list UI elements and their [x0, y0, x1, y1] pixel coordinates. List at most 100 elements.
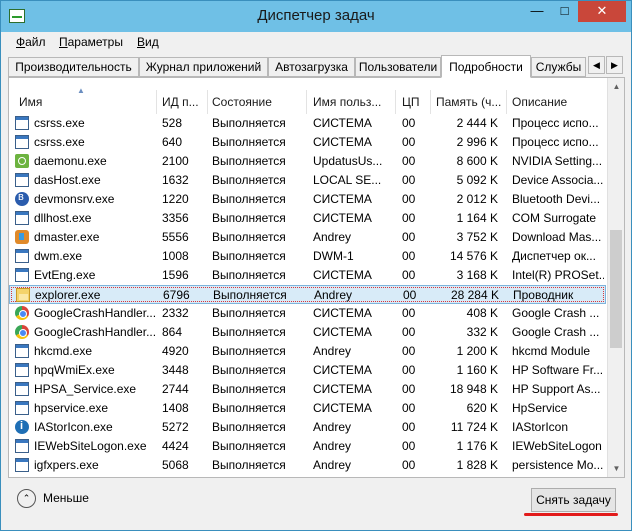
menu-view[interactable]: Вид	[137, 35, 159, 49]
process-status: Выполняется	[212, 344, 286, 358]
process-row[interactable]: hpqWmiEx.exe 3448 Выполняется СИСТЕМА 00 1 16…	[9, 361, 606, 380]
process-memory: 5 092 K	[456, 173, 498, 187]
column-separator[interactable]	[506, 90, 507, 114]
maximize-button[interactable]: □	[551, 1, 578, 22]
process-description: Google Crash ...	[512, 306, 600, 320]
window-icon	[15, 401, 29, 415]
close-button[interactable]: ✕	[578, 1, 626, 22]
process-status: Выполняется	[213, 288, 287, 302]
column-separator[interactable]	[207, 90, 208, 114]
scroll-up-icon[interactable]: ▲	[608, 78, 625, 95]
process-row[interactable]: HPSA_Service.exe 2744 Выполняется СИСТЕМА 00…	[9, 380, 606, 399]
tab-scroll-right-icon[interactable]: ▶	[606, 56, 623, 74]
process-row[interactable]: csrss.exe 528 Выполняется СИСТЕМА 00 2 444 K П…	[9, 114, 606, 133]
process-pid: 5068	[162, 458, 189, 472]
menu-options[interactable]: Параметры	[59, 35, 123, 49]
column-header-user[interactable]: Имя польз...	[313, 95, 393, 109]
column-header-status[interactable]: Состояние	[212, 95, 304, 109]
process-row[interactable]: igfxpers.exe 5068 Выполняется Andrey 00 1 828…	[9, 456, 606, 475]
process-status: Выполняется	[212, 135, 286, 149]
process-row[interactable]: dasHost.exe 1632 Выполняется LOCAL SE... 00 5…	[9, 171, 606, 190]
tab-users[interactable]: Пользователи	[355, 57, 441, 77]
process-name: IAStorIcon.exe	[34, 420, 113, 434]
scroll-down-icon[interactable]: ▼	[608, 460, 625, 477]
column-separator[interactable]	[395, 90, 396, 114]
process-list: csrss.exe 528 Выполняется СИСТЕМА 00 2 444 K П…	[9, 114, 606, 476]
process-cpu: 00	[402, 154, 416, 168]
process-cpu: 00	[402, 401, 416, 415]
process-description: HP Software Fr...	[512, 363, 604, 377]
process-cpu: 00	[402, 230, 416, 244]
process-pid: 640	[162, 135, 183, 149]
tab-services[interactable]: Службы	[531, 57, 586, 77]
process-row[interactable]: explorer.exe 6796 Выполняется Andrey 00 28 28…	[9, 285, 606, 304]
minimize-button[interactable]: —	[523, 1, 551, 22]
download-master-icon	[15, 230, 29, 244]
tab-startup[interactable]: Автозагрузка	[268, 57, 355, 77]
process-row[interactable]: hkcmd.exe 4920 Выполняется Andrey 00 1 200 K h…	[9, 342, 606, 361]
tab-scroll-left-icon[interactable]: ◀	[588, 56, 605, 74]
process-description: IEWebSiteLogon	[512, 439, 602, 453]
column-separator[interactable]	[156, 90, 157, 114]
process-pid: 4920	[162, 344, 189, 358]
intel-storage-icon	[15, 420, 29, 434]
process-row[interactable]: daemonu.exe 2100 Выполняется UpdatusUs... 00…	[9, 152, 606, 171]
process-name: dmaster.exe	[34, 230, 100, 244]
process-row[interactable]: dmaster.exe 5556 Выполняется Andrey 00 3 752 …	[9, 228, 606, 247]
process-memory: 620 K	[466, 401, 498, 415]
window-icon	[15, 173, 29, 187]
process-user: СИСТЕМА	[313, 135, 372, 149]
scroll-thumb[interactable]	[610, 230, 622, 348]
process-user: Andrey	[314, 288, 353, 302]
process-cpu: 00	[402, 458, 416, 472]
window-icon	[15, 116, 29, 130]
column-separator[interactable]	[430, 90, 431, 114]
process-row[interactable]: dwm.exe 1008 Выполняется DWM-1 00 14 576 K Дис…	[9, 247, 606, 266]
process-pid: 1220	[162, 192, 189, 206]
process-row[interactable]: GoogleCrashHandler... 2332 Выполняется СИСТ…	[9, 304, 606, 323]
process-row[interactable]: csrss.exe 640 Выполняется СИСТЕМА 00 2 996 K П…	[9, 133, 606, 152]
tab-details[interactable]: Подробности	[441, 55, 531, 78]
process-cpu: 00	[402, 363, 416, 377]
vertical-scrollbar[interactable]: ▲ ▼	[607, 78, 624, 477]
column-separator[interactable]	[306, 90, 307, 114]
process-memory: 8 600 K	[456, 154, 498, 168]
process-name: dasHost.exe	[34, 173, 101, 187]
chrome-icon	[15, 325, 29, 339]
process-row[interactable]: dllhost.exe 3356 Выполняется СИСТЕМА 00 1 164…	[9, 209, 606, 228]
process-status: Выполняется	[212, 458, 286, 472]
menu-file[interactable]: Файл	[16, 35, 46, 49]
column-header-memory[interactable]: Память (ч...	[436, 95, 506, 109]
end-task-button[interactable]: Снять задачу	[531, 488, 616, 512]
process-cpu: 00	[402, 192, 416, 206]
process-memory: 14 576 K	[449, 249, 498, 263]
process-row[interactable]: IAStorIcon.exe 5272 Выполняется Andrey 00 11 …	[9, 418, 606, 437]
process-row[interactable]: hpservice.exe 1408 Выполняется СИСТЕМА 00 620…	[9, 399, 606, 418]
column-header-description[interactable]: Описание	[512, 95, 604, 109]
process-description: persistence Mo...	[512, 458, 604, 472]
process-cpu: 00	[403, 288, 417, 302]
process-user: Andrey	[313, 230, 352, 244]
process-row[interactable]: devmonsrv.exe 1220 Выполняется СИСТЕМА 00 2 0…	[9, 190, 606, 209]
process-status: Выполняется	[212, 230, 286, 244]
fewer-details-label[interactable]: Меньше	[43, 491, 89, 505]
tab-performance[interactable]: Производительность	[8, 57, 139, 77]
tab-app-history[interactable]: Журнал приложений	[139, 57, 268, 77]
column-header-cpu[interactable]: ЦП	[402, 95, 432, 109]
window-icon	[15, 268, 29, 282]
process-pid: 1632	[162, 173, 189, 187]
process-row[interactable]: GoogleCrashHandler... 864 Выполняется СИСТЕ…	[9, 323, 606, 342]
chevron-up-icon[interactable]: ⌃	[17, 489, 36, 508]
process-name: dwm.exe	[34, 249, 83, 263]
process-cpu: 00	[402, 306, 416, 320]
process-row[interactable]: IEWebSiteLogon.exe 4424 Выполняется Andrey 0…	[9, 437, 606, 456]
title-bar[interactable]: Диспетчер задач — □ ✕	[1, 1, 631, 32]
sort-ascending-icon: ▲	[77, 86, 85, 95]
column-header-name[interactable]: Имя	[19, 95, 139, 109]
process-name: csrss.exe	[34, 135, 85, 149]
process-row[interactable]: EvtEng.exe 1596 Выполняется СИСТЕМА 00 3 168 …	[9, 266, 606, 285]
process-user: СИСТЕМА	[313, 306, 372, 320]
bluetooth-icon	[15, 191, 29, 206]
column-header-pid[interactable]: ИД п...	[162, 95, 208, 109]
process-description: HP Support As...	[512, 382, 601, 396]
